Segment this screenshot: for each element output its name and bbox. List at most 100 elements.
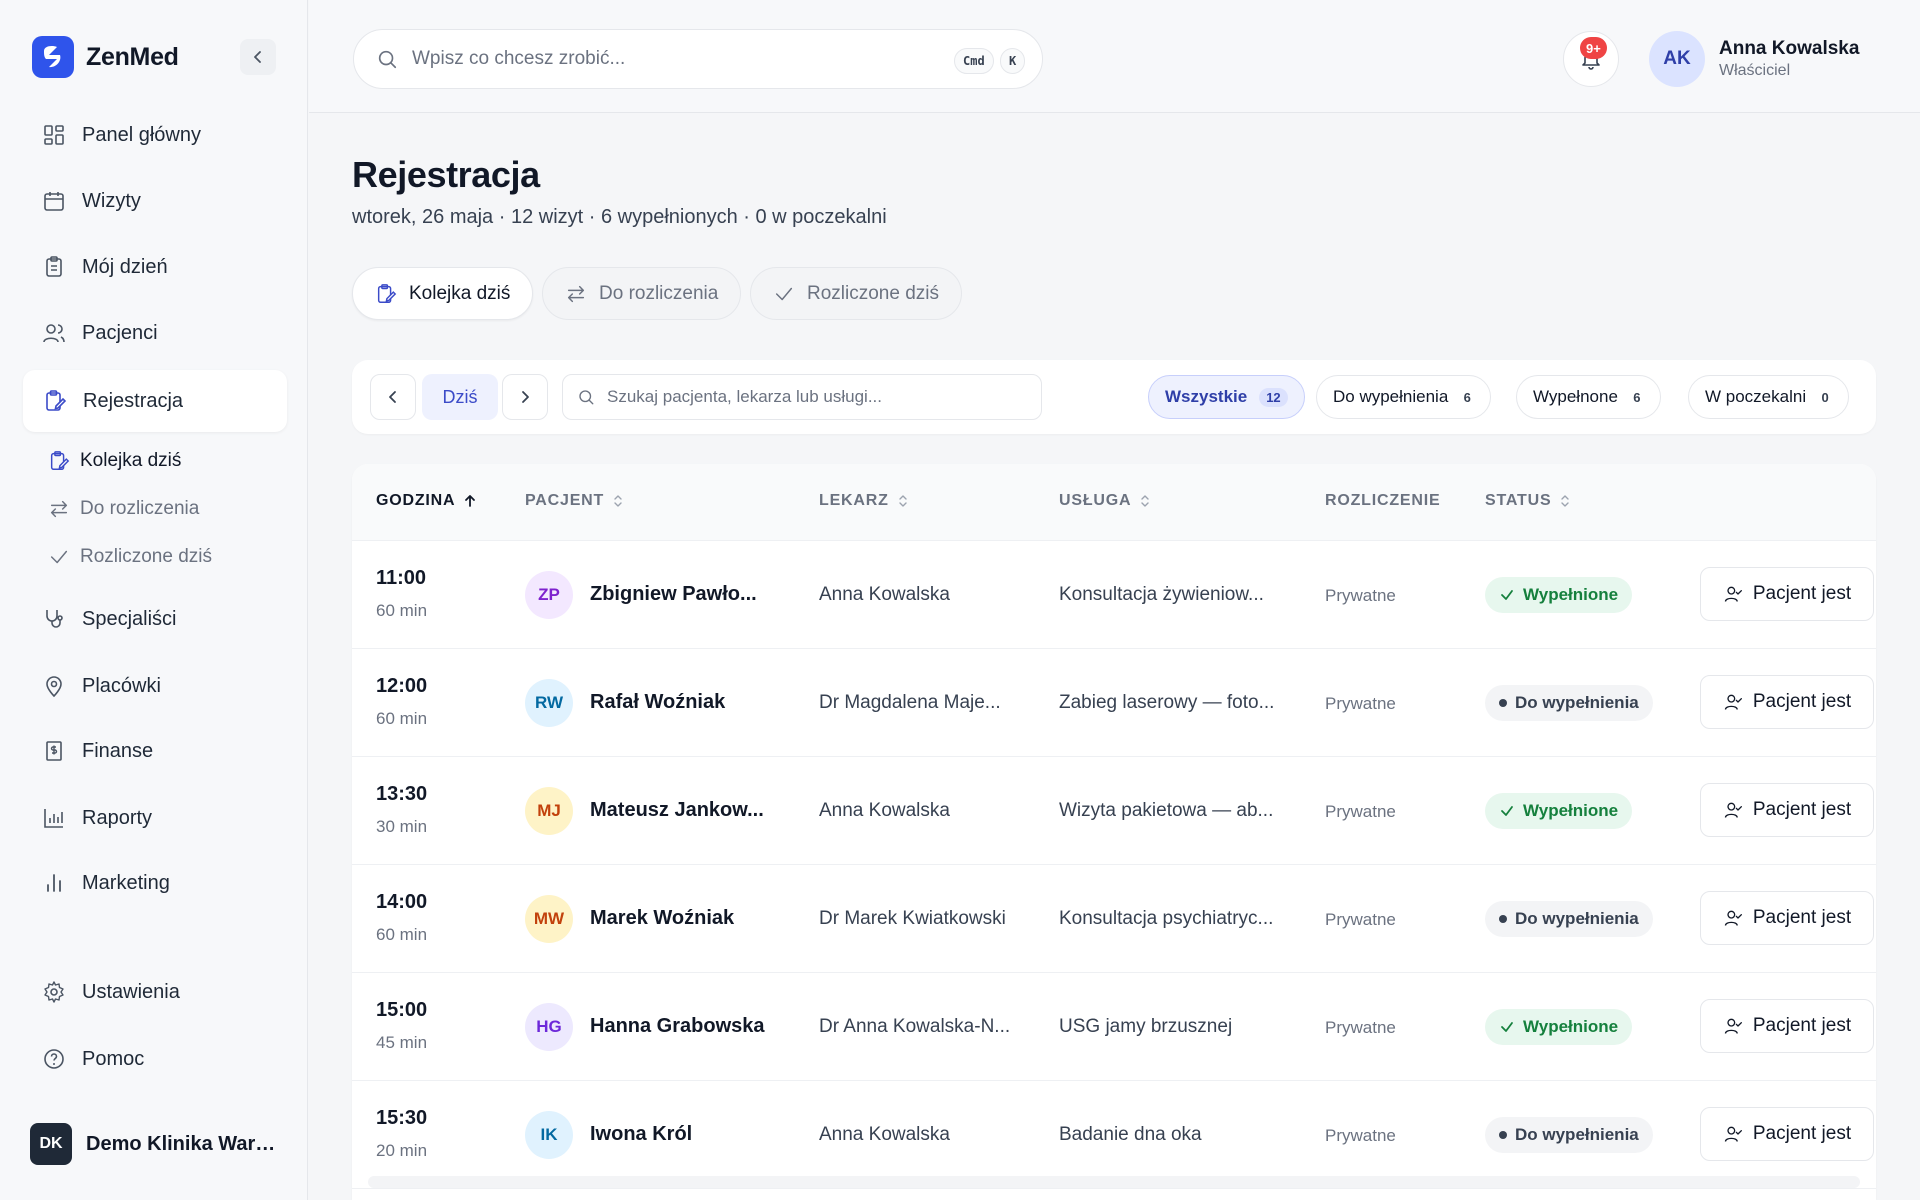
patient-arrived-button[interactable]: Pacjent jest	[1700, 567, 1874, 621]
user-avatar[interactable]: AK	[1649, 31, 1705, 87]
billing-type: Prywatne	[1325, 802, 1396, 821]
sidebar-item-raporty[interactable]: Raporty	[22, 787, 286, 849]
sidebar-subitem-rozliczone-dzis[interactable]: Rozliczone dziś	[48, 537, 212, 577]
filter-chip-do-wypelnienia[interactable]: Do wypełnienia 6	[1316, 375, 1492, 419]
filter-chip-wszystkie[interactable]: Wszystkie 12	[1148, 375, 1305, 419]
sidebar-subitem-kolejka-dzis[interactable]: Kolejka dziś	[48, 441, 181, 481]
sort-icon	[1141, 495, 1150, 507]
chip-label: Do wypełnienia	[1333, 387, 1449, 406]
sidebar-item-label: Mój dzień	[82, 255, 168, 278]
appointment-time: 15:30	[376, 1107, 428, 1129]
command-search[interactable]: Cmd K	[353, 29, 1043, 89]
billing-type: Prywatne	[1325, 1018, 1396, 1037]
filter-chip-w-poczekalni[interactable]: W poczekalni 0	[1688, 375, 1850, 419]
service-name: Badanie dna oka	[1059, 1124, 1202, 1145]
appointment-time: 14:00	[376, 891, 428, 913]
doctor-name: Dr Magdalena Maje...	[819, 692, 1001, 713]
collapse-sidebar-button[interactable]	[240, 39, 276, 75]
column-header-pacjent[interactable]: PACJENT	[525, 492, 624, 510]
column-header-status[interactable]: STATUS	[1485, 492, 1571, 510]
patient-search-input[interactable]	[607, 387, 1027, 407]
table-row[interactable]: 14:00 60 min MW Marek Woźniak Dr Marek K…	[352, 865, 1876, 973]
patient-name[interactable]: Rafał Woźniak	[590, 691, 725, 714]
zenmed-logo-icon	[32, 36, 74, 78]
user-check-icon	[1724, 694, 1742, 710]
patient-arrived-button[interactable]: Pacjent jest	[1700, 891, 1874, 945]
appointment-time: 12:00	[376, 675, 428, 697]
sidebar-item-panel-glowny[interactable]: Panel główny	[22, 104, 286, 166]
table-row[interactable]: 11:00 60 min ZP Zbigniew Pawło... Anna K…	[352, 541, 1876, 649]
sidebar-subitem-label: Kolejka dziś	[80, 450, 182, 471]
chip-count: 6	[1633, 389, 1641, 405]
status-label: Wypełnione	[1523, 1017, 1619, 1036]
patient-search[interactable]	[562, 374, 1042, 420]
column-header-godzina[interactable]: GODZINA	[376, 492, 477, 510]
check-icon	[1501, 1022, 1513, 1032]
check-icon	[775, 287, 793, 300]
sidebar-item-moj-dzien[interactable]: Mój dzień	[22, 236, 286, 298]
status-label: Wypełnione	[1523, 585, 1619, 604]
prev-day-button[interactable]	[370, 374, 416, 420]
table-row[interactable]: 15:00 45 min HG Hanna Grabowska Dr Anna …	[352, 973, 1876, 1081]
chip-count: 0	[1821, 389, 1829, 405]
map-pin-icon	[46, 676, 62, 698]
sidebar-item-marketing[interactable]: Marketing	[22, 852, 286, 914]
service-name: Zabieg laserowy — foto...	[1059, 692, 1275, 713]
sidebar-item-specjalisci[interactable]: Specjaliści	[22, 588, 286, 650]
grid-icon	[44, 125, 64, 145]
filter-chip-wypelnone[interactable]: Wypełnone 6	[1516, 375, 1661, 419]
patient-name[interactable]: Iwona Król	[590, 1123, 692, 1146]
sidebar-item-ustawienia[interactable]: Ustawienia	[22, 961, 286, 1023]
service-name: USG jamy brzusznej	[1059, 1016, 1233, 1037]
table-row[interactable]: 12:00 60 min RW Rafał Woźniak Dr Magdale…	[352, 649, 1876, 757]
appointment-duration: 60 min	[376, 709, 428, 728]
horizontal-scrollbar[interactable]	[368, 1176, 1860, 1188]
status-label: Do wypełnienia	[1515, 693, 1639, 712]
tab-rozliczone-dzis[interactable]: Rozliczone dziś	[750, 267, 962, 320]
tab-kolejka-dzis[interactable]: Kolejka dziś	[352, 267, 534, 320]
column-header-usluga[interactable]: USŁUGA	[1059, 492, 1151, 510]
patient-name[interactable]: Mateusz Jankow...	[590, 799, 764, 822]
patient-arrived-button[interactable]: Pacjent jest	[1700, 675, 1874, 729]
brand[interactable]: ZenMed	[32, 36, 179, 78]
patient-arrived-button[interactable]: Pacjent jest	[1700, 999, 1874, 1053]
patient-arrived-button[interactable]: Pacjent jest	[1700, 1107, 1874, 1161]
sidebar-item-placowki[interactable]: Placówki	[22, 655, 286, 717]
next-day-button[interactable]	[502, 374, 548, 420]
appointment-duration: 60 min	[376, 925, 428, 944]
sidebar-item-pacjenci[interactable]: Pacjenci	[22, 302, 286, 364]
tab-label: Rozliczone dziś	[807, 282, 939, 304]
billing-type: Prywatne	[1325, 694, 1396, 713]
today-button[interactable]: Dziś	[422, 374, 498, 420]
sidebar-subitem-do-rozliczenia[interactable]: Do rozliczenia	[48, 489, 199, 529]
brand-name: ZenMed	[86, 42, 179, 71]
workspace-switcher[interactable]: DK Demo Klinika Warszawa	[30, 1122, 286, 1166]
user-name[interactable]: Anna Kowalska	[1719, 38, 1859, 60]
patient-name[interactable]: Hanna Grabowska	[590, 1015, 765, 1038]
sort-icon	[1561, 495, 1570, 507]
kbd-cmd: Cmd	[954, 48, 994, 74]
service-name: Konsultacja żywieniow...	[1059, 584, 1264, 605]
search-icon	[378, 50, 397, 69]
patient-avatar: RW	[525, 679, 573, 727]
sidebar-item-wizyty[interactable]: Wizyty	[22, 170, 286, 232]
dollar-receipt-icon	[46, 741, 62, 761]
table-row[interactable]: 15:30 20 min IK Iwona Król Anna Kowalska…	[352, 1081, 1876, 1189]
command-search-input[interactable]	[412, 48, 932, 70]
sidebar-item-finanse[interactable]: Finanse	[22, 720, 286, 782]
doctor-name: Anna Kowalska	[819, 1124, 950, 1145]
chevron-left-icon	[254, 51, 261, 63]
patient-arrived-label: Pacjent jest	[1752, 583, 1852, 604]
topbar: Cmd K 9+ AK Anna Kowalska Właściciel	[309, 0, 1920, 113]
chevron-left-icon	[389, 391, 396, 403]
patient-name[interactable]: Zbigniew Pawło...	[590, 583, 757, 606]
doctor-name: Anna Kowalska	[819, 584, 950, 605]
patient-arrived-button[interactable]: Pacjent jest	[1700, 783, 1874, 837]
table-row[interactable]: 13:30 30 min MJ Mateusz Jankow... Anna K…	[352, 757, 1876, 865]
patient-name[interactable]: Marek Woźniak	[590, 907, 734, 930]
tab-do-rozliczenia[interactable]: Do rozliczenia	[542, 267, 742, 320]
sidebar-item-rejestracja[interactable]: Rejestracja	[23, 370, 287, 432]
sidebar-item-pomoc[interactable]: Pomoc	[22, 1028, 286, 1090]
column-header-lekarz[interactable]: LEKARZ	[819, 492, 909, 510]
doctor-name: Anna Kowalska	[819, 800, 950, 821]
